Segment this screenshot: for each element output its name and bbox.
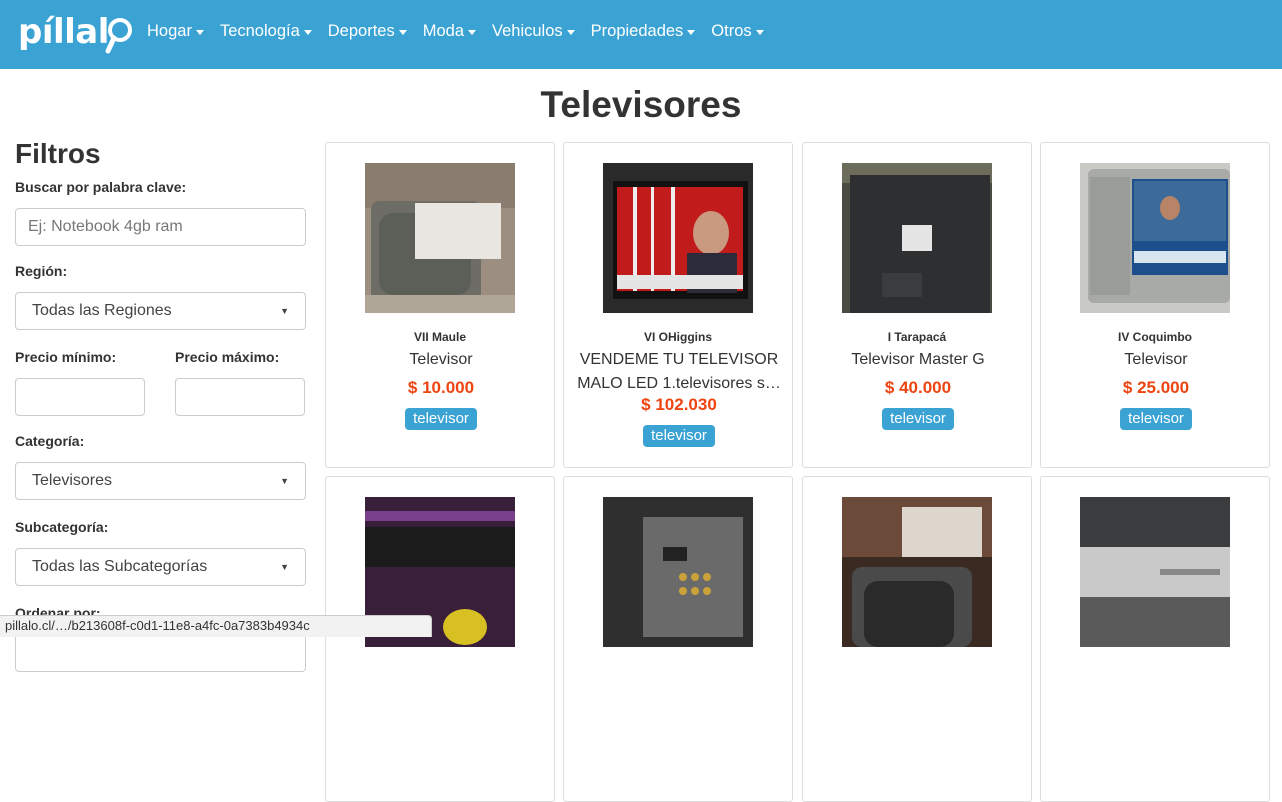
magnifier-logo-icon: [105, 18, 132, 54]
nav-item-tecnologia[interactable]: Tecnología: [212, 22, 320, 41]
order-select[interactable]: [15, 634, 306, 672]
dropdown-arrow-icon: ▼: [280, 562, 289, 572]
product-image[interactable]: [842, 163, 992, 313]
product-image[interactable]: [365, 163, 515, 313]
page-title: Televisores: [540, 84, 742, 125]
product-region: IV Coquimbo: [1118, 330, 1192, 344]
product-tag[interactable]: televisor: [882, 408, 954, 430]
browser-status-url: pillalo.cl/…/b213608f-c0d1-11e8-a4fc-0a7…: [0, 615, 432, 637]
keyword-placeholder: Ej: Notebook 4gb ram: [28, 218, 183, 235]
product-title[interactable]: Televisor: [1051, 348, 1261, 372]
product-image[interactable]: [603, 163, 753, 313]
caret-down-icon: [755, 29, 764, 35]
product-price: $ 40.000: [884, 378, 952, 397]
product-region: VI OHiggins: [643, 330, 712, 344]
product-price: $ 10.000: [407, 378, 475, 397]
nav-item-moda[interactable]: Moda: [415, 22, 484, 41]
price-min-label: Precio mínimo:: [15, 349, 117, 365]
product-title[interactable]: VENDEME TU TELEVISOR MALO LED 1.televiso…: [574, 348, 784, 396]
product-tag[interactable]: televisor: [643, 425, 715, 447]
product-price: $ 25.000: [1122, 378, 1190, 397]
product-card[interactable]: [325, 476, 555, 802]
nav-item-vehiculos[interactable]: Vehiculos: [484, 22, 583, 41]
top-navbar: píllal Hogar Tecnología Deportes Moda Ve…: [0, 0, 1282, 69]
product-image[interactable]: [842, 497, 992, 647]
site-logo[interactable]: píllal: [18, 4, 137, 60]
product-card[interactable]: I Tarapacá Televisor Master G $ 40.000 t…: [802, 142, 1032, 468]
product-region: VII Maule: [413, 330, 466, 344]
category-label: Categoría:: [15, 433, 85, 449]
caret-down-icon: [468, 29, 476, 35]
price-max-label: Precio máximo:: [175, 349, 280, 365]
caret-down-icon: [687, 29, 696, 35]
category-menu: Hogar Tecnología Deportes Moda Vehiculos…: [139, 22, 772, 41]
product-tag[interactable]: televisor: [405, 408, 477, 430]
nav-item-propiedades[interactable]: Propiedades: [583, 22, 704, 41]
product-region: I Tarapacá: [887, 330, 947, 344]
region-select-value: Todas las Regiones: [32, 302, 172, 319]
filters-title: Filtros: [15, 138, 101, 169]
region-label: Región:: [15, 263, 68, 279]
caret-down-icon: [566, 29, 575, 35]
nav-item-hogar[interactable]: Hogar: [139, 22, 212, 41]
category-select[interactable]: Televisores ▼: [15, 462, 306, 500]
keyword-label: Buscar por palabra clave:: [15, 179, 187, 195]
product-card[interactable]: IV Coquimbo Televisor $ 25.000 televisor: [1040, 142, 1270, 468]
product-image[interactable]: [603, 497, 753, 647]
dropdown-arrow-icon: ▼: [280, 306, 289, 316]
product-title[interactable]: Televisor Master G: [813, 348, 1023, 372]
logo-text: píllal: [18, 12, 109, 52]
subcategory-select-value: Todas las Subcategorías: [32, 558, 208, 575]
category-select-value: Televisores: [32, 472, 113, 489]
caret-down-icon: [398, 29, 407, 35]
region-select[interactable]: Todas las Regiones ▼: [15, 292, 306, 330]
price-max-input[interactable]: [175, 378, 305, 416]
product-card[interactable]: [1040, 476, 1270, 802]
product-image[interactable]: [1080, 163, 1230, 313]
product-title[interactable]: Televisor: [336, 348, 546, 372]
product-card[interactable]: VI OHiggins VENDEME TU TELEVISOR MALO LE…: [563, 142, 793, 468]
filters-panel: Filtros Buscar por palabra clave: Ej: No…: [15, 138, 306, 672]
product-image[interactable]: [1080, 497, 1230, 647]
nav-item-otros[interactable]: Otros: [703, 22, 771, 41]
product-price: $ 102.030: [641, 395, 717, 414]
dropdown-arrow-icon: ▼: [280, 476, 289, 486]
subcategory-label: Subcategoría:: [15, 519, 109, 535]
keyword-search-input[interactable]: Ej: Notebook 4gb ram: [15, 208, 306, 246]
product-card[interactable]: [563, 476, 793, 802]
product-tag[interactable]: televisor: [1120, 408, 1192, 430]
subcategory-select[interactable]: Todas las Subcategorías ▼: [15, 548, 306, 586]
caret-down-icon: [195, 29, 204, 35]
product-card[interactable]: [802, 476, 1032, 802]
caret-down-icon: [303, 29, 312, 35]
product-card[interactable]: VII Maule Televisor $ 10.000 televisor: [325, 142, 555, 468]
price-min-input[interactable]: [15, 378, 145, 416]
nav-item-deportes[interactable]: Deportes: [320, 22, 415, 41]
